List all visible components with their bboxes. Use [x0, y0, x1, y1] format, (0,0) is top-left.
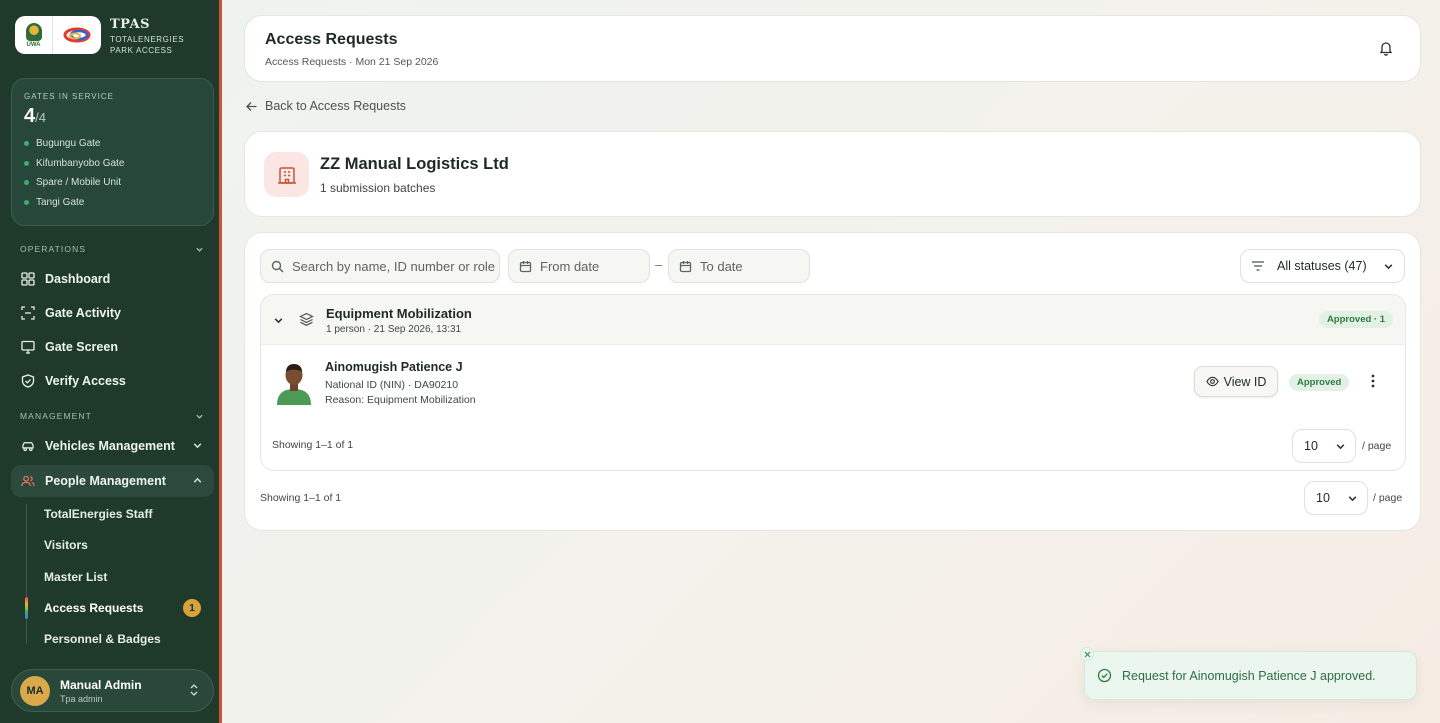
- monitor-icon: [21, 340, 35, 354]
- gate-item: Bugungu Gate: [24, 134, 201, 154]
- search-icon: [271, 260, 284, 272]
- batch-per-page-label: / page: [1362, 440, 1392, 452]
- filter-icon: [1252, 261, 1264, 271]
- section-operations[interactable]: OPERATIONS: [20, 244, 204, 254]
- page-header: Access Requests Access Requests · Mon 21…: [244, 15, 1421, 82]
- scan-icon: [21, 306, 35, 320]
- company-name: ZZ Manual Logistics Ltd: [320, 155, 509, 173]
- batch-group: Equipment Mobilization 1 person · 21 Sep…: [260, 294, 1406, 471]
- nav-dashboard[interactable]: Dashboard: [11, 263, 214, 295]
- search-input[interactable]: Search by name, ID number or role: [260, 249, 500, 283]
- requests-list-card: Search by name, ID number or role From d…: [244, 232, 1421, 531]
- check-circle-icon: [1097, 668, 1112, 683]
- batch-page-size-select[interactable]: 10: [1292, 429, 1356, 463]
- person-name: Ainomugish Patience J: [325, 360, 463, 374]
- chevron-down-icon: [196, 247, 203, 252]
- breadcrumb: Access Requests · Mon 21 Sep 2026: [265, 56, 439, 68]
- view-id-button[interactable]: View ID: [1194, 366, 1278, 397]
- person-id: National ID (NIN) · DA90210: [325, 379, 459, 391]
- people-icon: [21, 474, 35, 488]
- back-to-access-requests-link[interactable]: Back to Access Requests: [245, 99, 406, 113]
- from-date-field[interactable]: From date: [508, 249, 650, 283]
- nav-gate-screen[interactable]: Gate Screen: [11, 331, 214, 363]
- calendar-icon: [679, 260, 692, 272]
- per-page-label: / page: [1373, 492, 1403, 504]
- brand-logos[interactable]: UWA: [15, 16, 101, 54]
- status-dot: [24, 199, 29, 205]
- status-dot: [24, 160, 29, 166]
- chevron-down-icon: [196, 414, 203, 419]
- shield-check-icon: [21, 374, 35, 388]
- person-photo: [274, 360, 314, 405]
- avatar: MA: [20, 675, 50, 706]
- chevron-down-icon: [1336, 444, 1345, 450]
- sub-visitors[interactable]: Visitors: [26, 532, 214, 558]
- batch-header[interactable]: Equipment Mobilization 1 person · 21 Sep…: [261, 295, 1405, 345]
- status-dot: [24, 180, 29, 186]
- access-requests-badge: 1: [183, 599, 201, 617]
- eye-icon: [1205, 376, 1219, 387]
- more-options-icon[interactable]: [1371, 374, 1375, 388]
- page-title: Access Requests: [265, 31, 398, 48]
- section-management[interactable]: MANAGEMENT: [20, 411, 204, 421]
- toast-message: Request for Ainomugish Patience J approv…: [1122, 668, 1376, 683]
- chevron-down-icon: [1348, 496, 1357, 502]
- uwa-logo: UWA: [15, 16, 53, 54]
- gates-in-service-card: GATES IN SERVICE 4/4 Bugungu Gate Kifumb…: [11, 78, 214, 226]
- company-batch-count: 1 submission batches: [320, 181, 436, 195]
- batch-meta: 1 person · 21 Sep 2026, 13:31: [326, 324, 462, 335]
- status-filter-select[interactable]: All statuses (47): [1240, 249, 1405, 283]
- to-date-field[interactable]: To date: [668, 249, 810, 283]
- company-card: ZZ Manual Logistics Ltd 1 submission bat…: [244, 131, 1421, 217]
- nav-gate-activity[interactable]: Gate Activity: [11, 297, 214, 329]
- gates-count: 4/4: [24, 105, 46, 127]
- person-row: Ainomugish Patience J National ID (NIN) …: [261, 346, 1405, 416]
- gate-item: Tangi Gate: [24, 193, 201, 213]
- gates-label: GATES IN SERVICE: [24, 92, 114, 101]
- person-reason: Reason: Equipment Mobilization: [325, 394, 476, 406]
- user-role: Tpa admin: [60, 693, 103, 704]
- batch-showing-count: Showing 1–1 of 1: [272, 439, 354, 451]
- gate-item: Kifumbanyobo Gate: [24, 154, 201, 174]
- user-menu[interactable]: MA Manual Admin Tpa admin: [11, 669, 214, 712]
- layers-icon: [299, 312, 314, 326]
- nav-people-management[interactable]: People Management: [11, 465, 214, 497]
- nav-vehicles-management[interactable]: Vehicles Management: [11, 430, 214, 462]
- sub-totalenergies-staff[interactable]: TotalEnergies Staff: [26, 501, 214, 527]
- status-dot: [24, 141, 29, 147]
- car-icon: [21, 439, 35, 453]
- chevron-down-icon: [193, 443, 202, 449]
- calendar-icon: [519, 260, 532, 272]
- bell-icon[interactable]: [1378, 40, 1394, 56]
- batch-status-badge: Approved · 1: [1318, 311, 1393, 328]
- grid-icon: [21, 272, 35, 286]
- sidebar: UWA TPAS TOTALENERGIES PARK ACCESS GATES…: [0, 0, 222, 723]
- person-status-badge: Approved: [1289, 374, 1350, 391]
- chevron-up-icon: [193, 477, 202, 483]
- arrow-left-icon: [246, 101, 257, 111]
- gate-item: Spare / Mobile Unit: [24, 173, 201, 193]
- user-name: Manual Admin: [60, 677, 142, 692]
- batch-title: Equipment Mobilization: [326, 306, 472, 321]
- chevron-down-icon[interactable]: [273, 315, 284, 326]
- page-size-select[interactable]: 10: [1304, 481, 1368, 515]
- close-icon[interactable]: [1080, 647, 1094, 661]
- date-range-separator: –: [655, 257, 663, 272]
- brand-text: TPAS TOTALENERGIES PARK ACCESS: [110, 17, 185, 55]
- nav-verify-access[interactable]: Verify Access: [11, 365, 214, 397]
- sub-master-list[interactable]: Master List: [26, 564, 214, 590]
- success-toast: Request for Ainomugish Patience J approv…: [1080, 647, 1417, 700]
- chevron-updown-icon: [190, 684, 198, 696]
- sub-personnel-badges[interactable]: Personnel & Badges: [26, 626, 214, 652]
- chevron-down-icon: [1384, 264, 1393, 270]
- totalenergies-logo: [53, 27, 101, 43]
- building-icon: [264, 152, 309, 197]
- showing-count: Showing 1–1 of 1: [260, 492, 342, 504]
